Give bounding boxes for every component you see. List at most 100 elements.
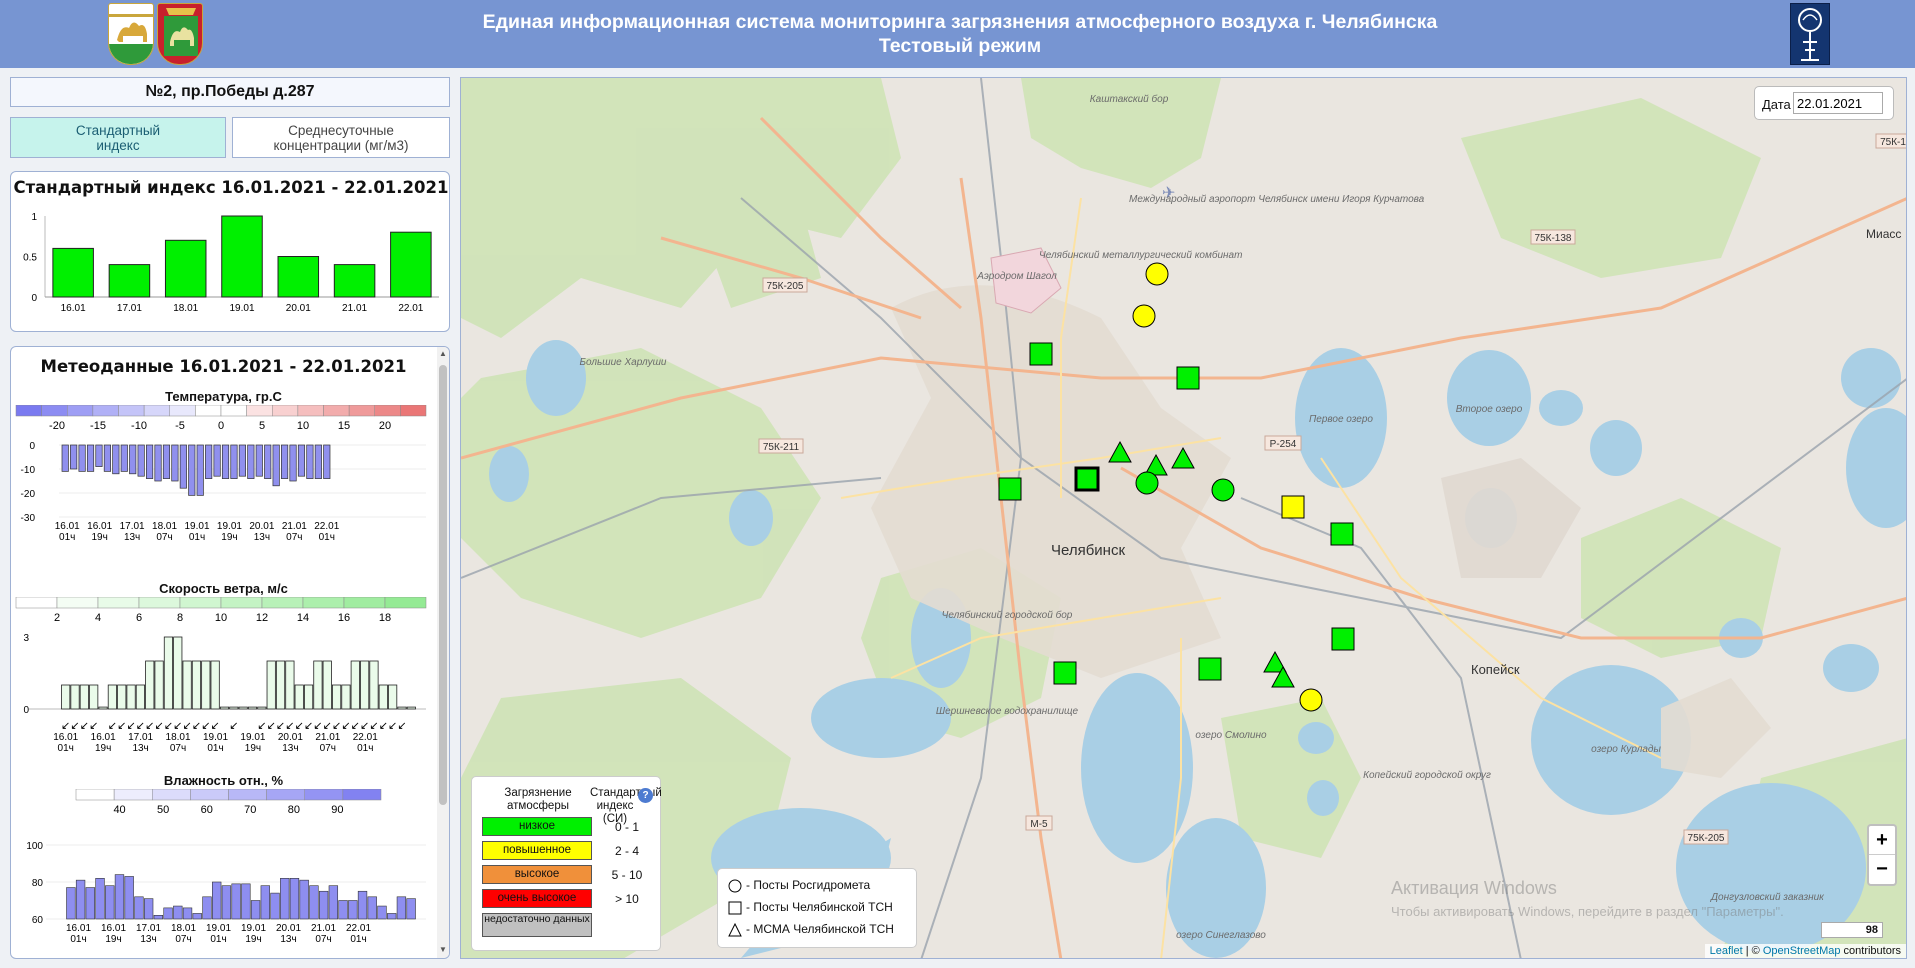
- temperature-scale-label: 10: [297, 420, 309, 432]
- humidity-scale-cell: [266, 789, 305, 801]
- date-input[interactable]: [1793, 92, 1883, 114]
- wind-direction-arrow-icon: ↙: [332, 719, 341, 732]
- place-label-kopeysk: Копейск: [1471, 662, 1520, 677]
- temperature-bar: [247, 444, 255, 479]
- x-tick-hour: 13ч: [140, 934, 156, 945]
- y-tick-label: 1: [31, 212, 37, 223]
- x-tick-date: 21.01: [315, 732, 340, 743]
- place-label-pervoe: Первое озеро: [1309, 414, 1373, 425]
- humidity-bar: [250, 900, 261, 920]
- temperature-bar: [196, 444, 204, 496]
- x-tick-label: 17.01: [117, 303, 142, 314]
- temperature-bar: [314, 444, 322, 479]
- temperature-bar: [78, 444, 86, 472]
- standard-index-chart: 0 0.5 1 16.01 17.01 18.01 19.01 20.01 21.01 22.01: [23, 212, 439, 314]
- station-marker-circle[interactable]: [1299, 688, 1323, 712]
- station-marker-square[interactable]: [1330, 522, 1354, 546]
- temperature-bar: [221, 444, 230, 479]
- temperature-scale-cell: [92, 405, 119, 417]
- x-tick-hour: 01ч: [59, 532, 75, 543]
- station-marker-square[interactable]: [1198, 657, 1222, 681]
- wind-direction-arrow-icon: ↙: [285, 719, 294, 732]
- temperature-bar: [238, 444, 246, 477]
- tab-daily-concentrations[interactable]: Среднесуточные концентрации (мг/м3): [232, 117, 450, 158]
- wind-direction-arrow-icon: ↙: [267, 719, 276, 732]
- wind-bar: [201, 660, 211, 710]
- meteo-panel: Метеоданные 16.01.2021 - 22.01.2021 Темп…: [10, 346, 450, 959]
- station-marker-square[interactable]: [1281, 495, 1305, 519]
- x-tick-hour: 13ч: [132, 743, 148, 754]
- station-marker-circle[interactable]: [1145, 262, 1169, 286]
- road-label: М-5: [1030, 819, 1048, 830]
- tab-standard-index[interactable]: Стандартный индекс: [10, 117, 226, 158]
- humidity-bar: [124, 876, 134, 920]
- scrollbar-thumb[interactable]: [439, 365, 447, 805]
- humidity-bar: [289, 878, 300, 920]
- station-marker-square[interactable]: [1331, 627, 1355, 651]
- x-tick-hour: 01ч: [357, 743, 373, 754]
- station-type-legend: - Посты Росгидромета - Посты Челябинской…: [717, 868, 917, 948]
- wind-bar: [107, 684, 117, 710]
- scroll-down-icon[interactable]: ▼: [439, 945, 447, 955]
- temperature-bar: [171, 444, 179, 482]
- humidity-bar: [270, 892, 280, 920]
- map[interactable]: 75К-205 75К-211 75К-138 Р-254 М-5 75К-20…: [460, 77, 1907, 959]
- wind-bar: [322, 660, 332, 710]
- wind-direction-arrow-icon: ↙: [369, 719, 378, 732]
- leaflet-link[interactable]: Leaflet: [1710, 945, 1743, 957]
- station-marker-square[interactable]: [1074, 466, 1100, 492]
- humidity-bar: [396, 896, 407, 920]
- humidity-bar: [105, 885, 115, 920]
- temperature-bar: [154, 444, 162, 482]
- humidity-scale-cell: [75, 789, 115, 801]
- si-bar: [221, 215, 263, 298]
- station-marker-circle[interactable]: [1135, 471, 1159, 495]
- y-tick-label: 80: [32, 878, 44, 889]
- wind-scale-label: 4: [95, 612, 101, 624]
- meteo-scrollbar[interactable]: ▲ ▼: [437, 347, 449, 958]
- wind-bar: [332, 684, 342, 710]
- temperature-bar: [103, 444, 111, 472]
- station-marker-square[interactable]: [1029, 342, 1053, 366]
- wind-direction-arrow-icon: ↙: [323, 719, 332, 732]
- temperature-bar: [272, 444, 280, 487]
- wind-bar: [294, 684, 304, 710]
- humidity-scale-label: 40: [113, 804, 125, 816]
- station-marker-circle[interactable]: [1211, 478, 1235, 502]
- station-marker-square[interactable]: [1053, 661, 1077, 685]
- wind-direction-arrow-icon: ↙: [295, 719, 304, 732]
- date-picker[interactable]: Дата: [1754, 86, 1894, 120]
- station-marker-circle[interactable]: [1132, 304, 1156, 328]
- temperature-bar: [129, 444, 137, 475]
- x-tick-hour: 13ч: [124, 532, 140, 543]
- temperature-bar: [70, 444, 78, 470]
- x-tick-date: 20.01: [278, 732, 303, 743]
- temperature-scale-label: 15: [338, 420, 350, 432]
- scroll-up-icon[interactable]: ▲: [439, 349, 447, 359]
- x-tick-date: 16.01: [87, 521, 112, 532]
- legend-swatch: недостаточно данных: [482, 913, 592, 937]
- station-marker-square[interactable]: [1176, 366, 1200, 390]
- wind-bar: [135, 684, 145, 710]
- help-icon[interactable]: ?: [638, 788, 653, 803]
- x-tick-date: 17.01: [128, 732, 153, 743]
- place-label-shersh: Шершневское водохранилище: [936, 706, 1079, 717]
- temperature-bar: [255, 444, 263, 477]
- road-label: 75К-1: [1880, 137, 1906, 148]
- road-label: Р-254: [1270, 439, 1297, 450]
- humidity-bar: [66, 887, 76, 920]
- zoom-out-button[interactable]: −: [1869, 855, 1895, 884]
- map-base-layer[interactable]: 75К-205 75К-211 75К-138 Р-254 М-5 75К-20…: [461, 78, 1907, 959]
- humidity-bar: [182, 907, 193, 920]
- station-marker-square[interactable]: [998, 477, 1022, 501]
- x-tick-hour: 07ч: [175, 934, 191, 945]
- zoom-in-button[interactable]: +: [1869, 826, 1895, 855]
- zoom-control[interactable]: + −: [1867, 824, 1897, 886]
- wind-bar: [350, 660, 360, 710]
- humidity-bar: [173, 905, 183, 920]
- humidity-bar: [406, 898, 416, 920]
- triangle-icon: [728, 922, 742, 937]
- humidity-bar: [95, 878, 105, 920]
- wind-direction-arrow-icon: ↙: [117, 719, 126, 732]
- osm-link[interactable]: OpenStreetMap: [1763, 945, 1841, 957]
